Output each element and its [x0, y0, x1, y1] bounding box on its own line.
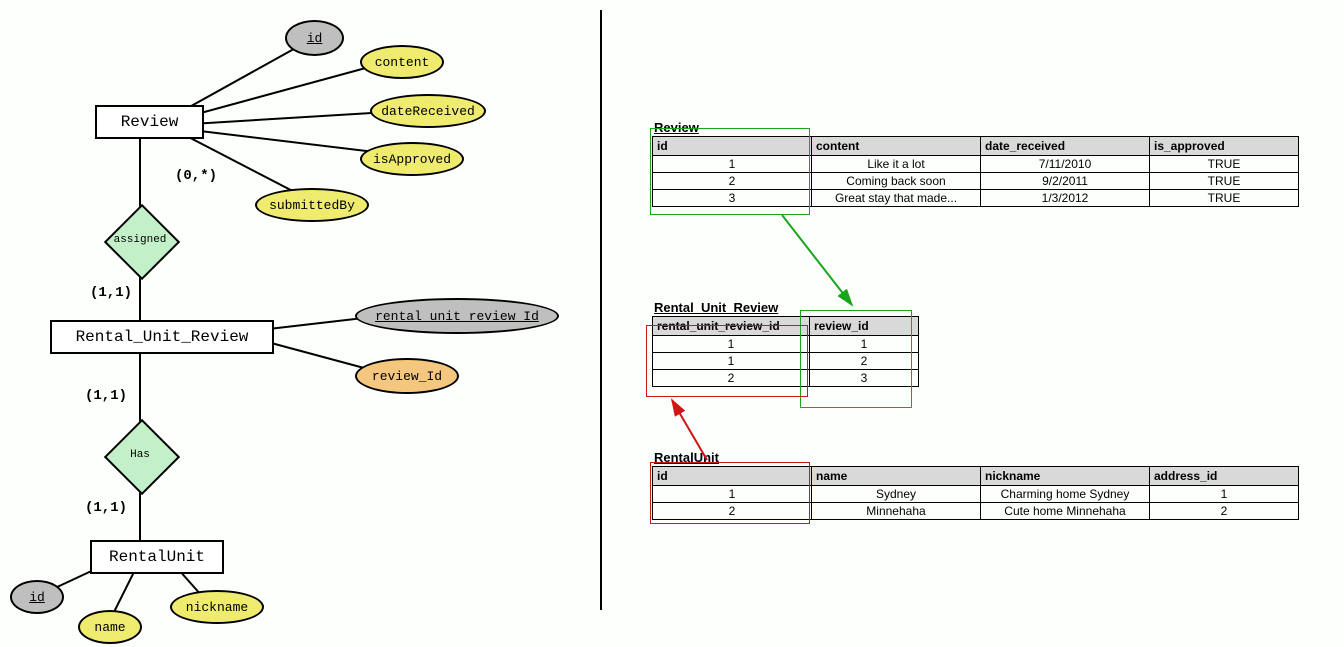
cardinality-has-ru: (1,1): [85, 500, 127, 516]
cell: TRUE: [1150, 156, 1299, 173]
entity-rental-unit-review: Rental_Unit_Review: [50, 320, 274, 354]
cell: 2: [1150, 503, 1299, 520]
table-row-header: id content date_received is_approved: [653, 137, 1299, 156]
col-header: nickname: [981, 467, 1150, 486]
table-rur: rental_unit_review_id review_id 1 1 1 2 …: [652, 316, 919, 387]
attr-date-received: dateReceived: [370, 94, 486, 128]
cardinality-assigned-rur: (1,1): [90, 285, 132, 301]
cardinality-review-assigned: (0,*): [175, 168, 217, 184]
cell: TRUE: [1150, 173, 1299, 190]
attr-rur-id-label: rental_unit_review_Id: [375, 309, 539, 324]
attr-is-approved: isApproved: [360, 142, 464, 176]
cell: 3: [653, 190, 812, 207]
table-row: 1 Like it a lot 7/11/2010 TRUE: [653, 156, 1299, 173]
cell: 2: [653, 370, 810, 387]
attr-content: content: [360, 45, 444, 79]
col-header: content: [812, 137, 981, 156]
table-rur-title: Rental_Unit_Review: [652, 300, 919, 315]
cell: Minnehaha: [812, 503, 981, 520]
table-review-title: Review: [652, 120, 1299, 135]
cell: 1: [810, 336, 919, 353]
diagram-container: Review Rental_Unit_Review RentalUnit ass…: [0, 0, 1344, 647]
attr-ru-name: name: [78, 610, 142, 644]
col-header: is_approved: [1150, 137, 1299, 156]
entity-rental-unit: RentalUnit: [90, 540, 224, 574]
attr-submitted-by-label: submittedBy: [269, 198, 355, 213]
col-header: address_id: [1150, 467, 1299, 486]
cell: Coming back soon: [812, 173, 981, 190]
table-row: 3 Great stay that made... 1/3/2012 TRUE: [653, 190, 1299, 207]
table-row-header: id name nickname address_id: [653, 467, 1299, 486]
table-row-header: rental_unit_review_id review_id: [653, 317, 919, 336]
cell: 1: [653, 353, 810, 370]
table-rentalunit-title: RentalUnit: [652, 450, 1299, 465]
cell: Like it a lot: [812, 156, 981, 173]
cell: Sydney: [812, 486, 981, 503]
attr-review-id: id: [285, 20, 344, 56]
cell: TRUE: [1150, 190, 1299, 207]
attr-content-label: content: [375, 55, 430, 70]
col-header: review_id: [810, 317, 919, 336]
attr-review-id-label: id: [307, 31, 323, 46]
relationship-has-label: Has: [130, 449, 150, 461]
cell: 1: [1150, 486, 1299, 503]
cardinality-rur-has: (1,1): [85, 388, 127, 404]
attr-rur-id: rental_unit_review_Id: [355, 298, 559, 334]
table-row: 1 Sydney Charming home Sydney 1: [653, 486, 1299, 503]
cell: 2: [653, 503, 812, 520]
cell: Cute home Minnehaha: [981, 503, 1150, 520]
cell: 7/11/2010: [981, 156, 1150, 173]
attr-ru-id-label: id: [29, 590, 45, 605]
cell: 1/3/2012: [981, 190, 1150, 207]
attr-review-fk: review_Id: [355, 358, 459, 394]
table-review: id content date_received is_approved 1 L…: [652, 136, 1299, 207]
relationship-assigned: assigned: [105, 205, 175, 275]
cell: 3: [810, 370, 919, 387]
attr-review-fk-label: review_Id: [372, 369, 442, 384]
attr-is-approved-label: isApproved: [373, 152, 451, 167]
col-header: rental_unit_review_id: [653, 317, 810, 336]
entity-review: Review: [95, 105, 204, 139]
cell: 1: [653, 156, 812, 173]
attr-ru-id: id: [10, 580, 64, 614]
table-row: 2 Minnehaha Cute home Minnehaha 2: [653, 503, 1299, 520]
table-rentalunit: id name nickname address_id 1 Sydney Cha…: [652, 466, 1299, 520]
cell: 1: [653, 336, 810, 353]
attr-ru-nickname: nickname: [170, 590, 264, 624]
table-rur-wrap: Rental_Unit_Review rental_unit_review_id…: [652, 300, 919, 387]
col-header: id: [653, 137, 812, 156]
cell: 2: [810, 353, 919, 370]
table-review-wrap: Review id content date_received is_appro…: [652, 120, 1299, 207]
cell: 1: [653, 486, 812, 503]
attr-ru-name-label: name: [94, 620, 125, 635]
relationship-has: Has: [105, 420, 175, 490]
cell: 9/2/2011: [981, 173, 1150, 190]
table-row: 2 Coming back soon 9/2/2011 TRUE: [653, 173, 1299, 190]
cell: Great stay that made...: [812, 190, 981, 207]
cell: Charming home Sydney: [981, 486, 1150, 503]
attr-date-received-label: dateReceived: [381, 104, 475, 119]
attr-ru-nickname-label: nickname: [186, 600, 248, 615]
col-header: name: [812, 467, 981, 486]
relationship-assigned-label: assigned: [114, 234, 167, 246]
tables-pane: Review id content date_received is_appro…: [602, 0, 1344, 647]
cell: 2: [653, 173, 812, 190]
table-rentalunit-wrap: RentalUnit id name nickname address_id 1…: [652, 450, 1299, 520]
er-diagram-pane: Review Rental_Unit_Review RentalUnit ass…: [0, 0, 600, 647]
table-row: 2 3: [653, 370, 919, 387]
col-header: date_received: [981, 137, 1150, 156]
col-header: id: [653, 467, 812, 486]
table-row: 1 1: [653, 336, 919, 353]
attr-submitted-by: submittedBy: [255, 188, 369, 222]
table-row: 1 2: [653, 353, 919, 370]
